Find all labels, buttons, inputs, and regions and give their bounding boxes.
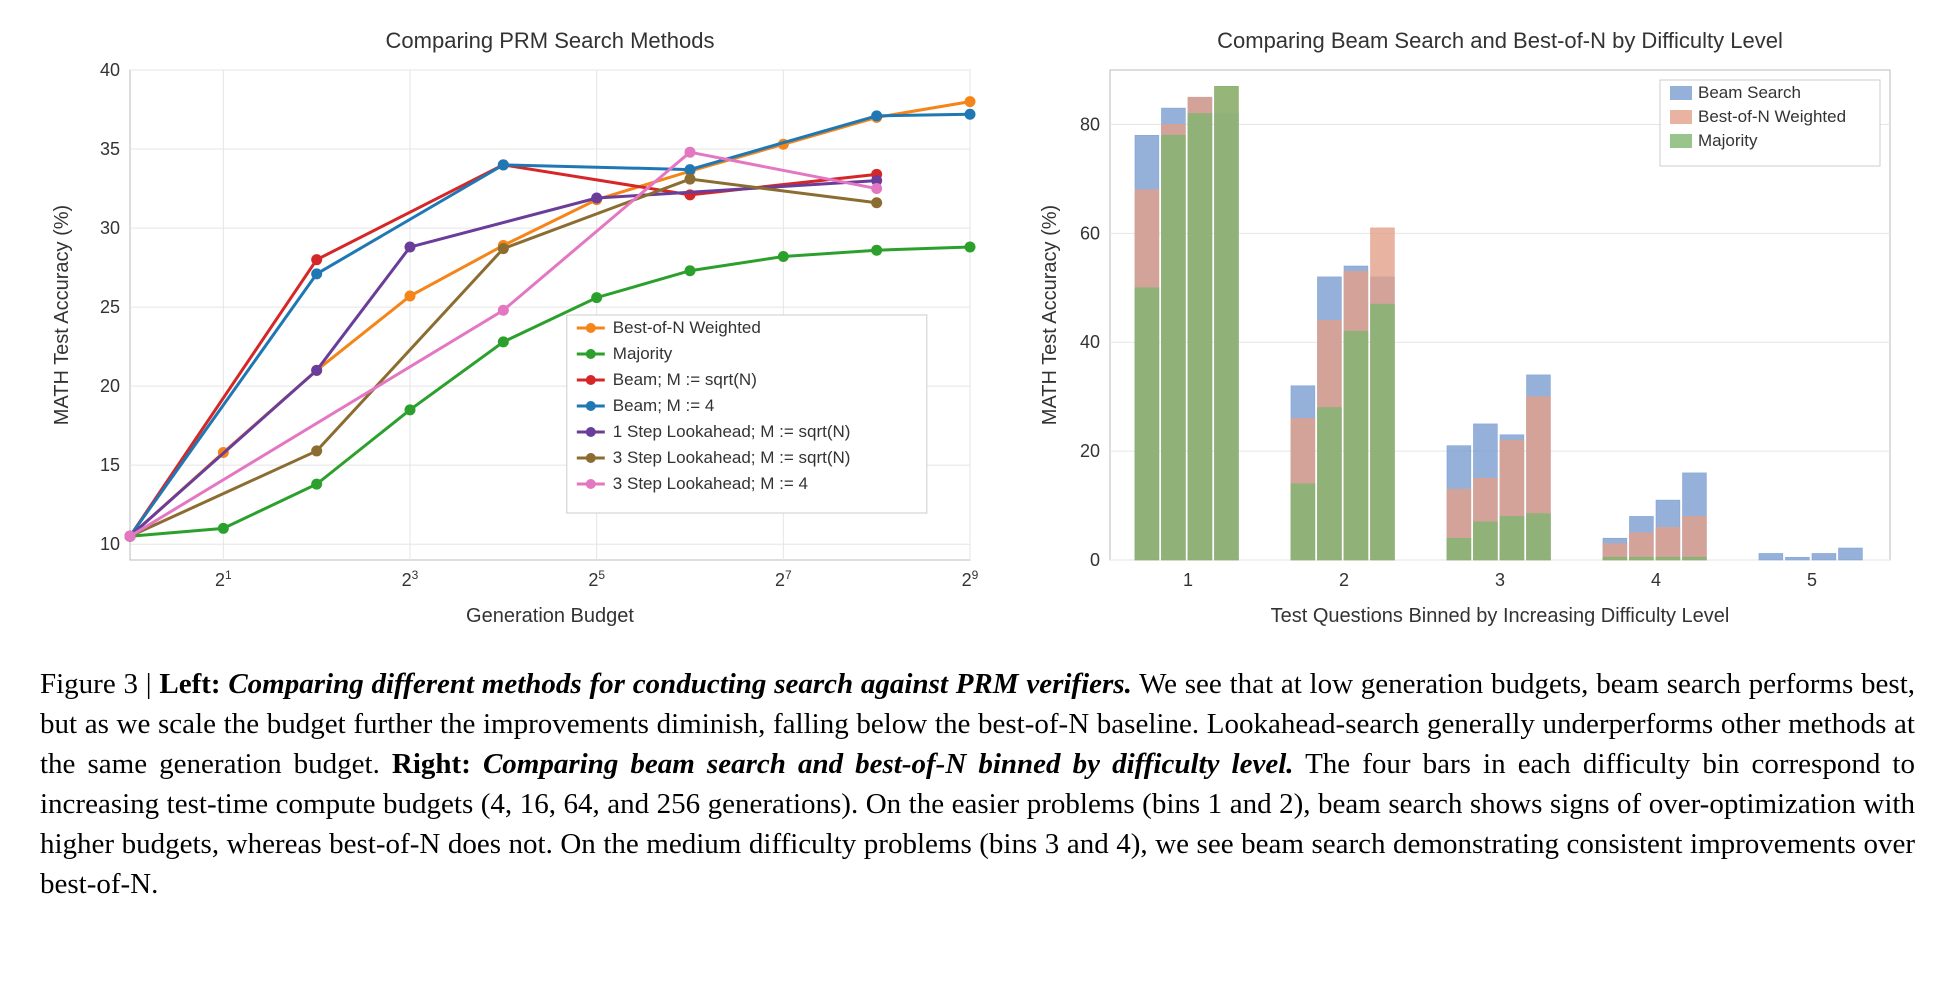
svg-text:Best-of-N Weighted: Best-of-N Weighted <box>1698 107 1846 126</box>
right-bar-chart: 0 20 40 60 80 1 2 3 4 5 Comparing Beam Search and … <box>1030 20 1910 640</box>
svg-text:3 Step Lookahead; M := 4: 3 Step Lookahead; M := 4 <box>613 474 808 493</box>
svg-text:1: 1 <box>1183 570 1193 590</box>
svg-text:30: 30 <box>100 218 120 238</box>
figure-number: Figure 3 <box>40 668 138 700</box>
svg-text:0: 0 <box>1090 550 1100 570</box>
svg-text:21: 21 <box>215 568 232 590</box>
caption-right-heading: Right: <box>392 748 471 780</box>
svg-text:Beam; M := sqrt(N): Beam; M := sqrt(N) <box>613 370 757 389</box>
svg-text:27: 27 <box>775 568 792 590</box>
svg-text:15: 15 <box>100 455 120 475</box>
caption-separator: | <box>146 668 160 700</box>
caption-right-title: Comparing beam search and best-of-N binn… <box>483 748 1294 780</box>
svg-text:25: 25 <box>100 297 120 317</box>
caption-left-title: Comparing different methods for conducti… <box>228 668 1132 700</box>
svg-text:Majority: Majority <box>1698 131 1758 150</box>
svg-text:3: 3 <box>1495 570 1505 590</box>
svg-text:Comparing PRM Search Methods: Comparing PRM Search Methods <box>386 28 715 53</box>
svg-text:29: 29 <box>962 568 979 590</box>
svg-text:20: 20 <box>100 376 120 396</box>
svg-text:1 Step Lookahead; M := sqrt(N): 1 Step Lookahead; M := sqrt(N) <box>613 422 851 441</box>
svg-text:35: 35 <box>100 139 120 159</box>
svg-text:Majority: Majority <box>613 344 673 363</box>
svg-text:40: 40 <box>100 60 120 80</box>
svg-text:5: 5 <box>1807 570 1817 590</box>
svg-text:80: 80 <box>1080 114 1100 134</box>
svg-text:20: 20 <box>1080 441 1100 461</box>
svg-text:MATH Test Accuracy (%): MATH Test Accuracy (%) <box>51 205 73 425</box>
svg-text:10: 10 <box>100 534 120 554</box>
svg-text:MATH Test Accuracy (%): MATH Test Accuracy (%) <box>1039 205 1061 425</box>
svg-text:Best-of-N Weighted: Best-of-N Weighted <box>613 318 761 337</box>
svg-text:60: 60 <box>1080 223 1100 243</box>
svg-text:Test Questions Binned by Incre: Test Questions Binned by Increasing Diff… <box>1271 605 1730 627</box>
svg-text:Comparing Beam Search and Best: Comparing Beam Search and Best-of-N by D… <box>1217 28 1783 53</box>
svg-text:2: 2 <box>1339 570 1349 590</box>
left-line-chart: 10 15 20 25 30 35 40 21 23 25 27 29 Comparing PRM Se… <box>40 20 990 640</box>
svg-text:Generation Budget: Generation Budget <box>466 605 634 627</box>
svg-text:Beam Search: Beam Search <box>1698 83 1801 102</box>
svg-text:23: 23 <box>402 568 419 590</box>
svg-text:4: 4 <box>1651 570 1661 590</box>
figure-caption: Figure 3 | Left: Comparing different met… <box>40 664 1915 904</box>
svg-text:40: 40 <box>1080 332 1100 352</box>
svg-text:3 Step Lookahead; M := sqrt(N): 3 Step Lookahead; M := sqrt(N) <box>613 448 851 467</box>
caption-left-heading: Left: <box>159 668 220 700</box>
figure-charts-row: 101520253035402123252729Comparing PRM Se… <box>40 20 1915 640</box>
svg-text:25: 25 <box>588 568 605 590</box>
svg-text:Beam; M := 4: Beam; M := 4 <box>613 396 715 415</box>
